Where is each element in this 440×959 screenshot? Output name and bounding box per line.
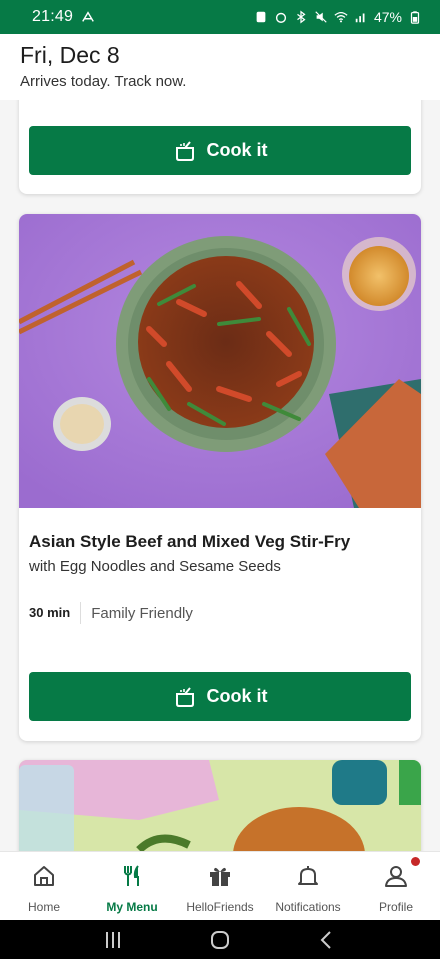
- recipe-meta: 30 min Family Friendly: [29, 602, 193, 624]
- recent-apps-icon[interactable]: [101, 928, 125, 952]
- cook-it-label: Cook it: [206, 686, 268, 706]
- cook-it-button[interactable]: Cook it: [29, 672, 411, 721]
- delivery-status[interactable]: Arrives today. Track now.: [20, 73, 420, 90]
- cook-it-label: Cook it: [206, 140, 268, 160]
- signal-icon: [355, 13, 365, 23]
- nav-home[interactable]: Home: [0, 852, 88, 920]
- nav-label: My Menu: [106, 900, 158, 914]
- alarm-icon: [275, 12, 287, 23]
- cook-it-button[interactable]: Cook it: [29, 126, 411, 175]
- delivery-header[interactable]: Fri, Dec 8 Arrives today. Track now.: [0, 34, 440, 100]
- menu-list[interactable]: Cook it Asian Style Beef and Mixed Veg S…: [0, 100, 440, 851]
- gift-icon: [210, 867, 230, 886]
- nav-profile[interactable]: Profile: [352, 852, 440, 920]
- battery-percent: 47%: [373, 9, 402, 25]
- pot-icon: [175, 686, 194, 707]
- acrobat-icon: [82, 11, 94, 22]
- nav-label: HelloFriends: [186, 900, 254, 914]
- recipe-subtitle: with Egg Noodles and Sesame Seeds: [29, 558, 281, 575]
- recipe-card[interactable]: [19, 760, 421, 851]
- profile-badge: [411, 857, 420, 866]
- bottom-nav: Home My Menu HelloFriends Notifications …: [0, 851, 440, 920]
- nav-label: Profile: [378, 900, 413, 914]
- back-icon[interactable]: [315, 928, 339, 952]
- battery-icon: [410, 11, 420, 24]
- nav-notifications[interactable]: Notifications: [264, 852, 352, 920]
- recipe-image[interactable]: [19, 760, 421, 851]
- recipe-title[interactable]: Asian Style Beef and Mixed Veg Stir-Fry: [29, 532, 350, 552]
- status-bar: 21:49 47%: [0, 0, 440, 34]
- home-button-icon[interactable]: [208, 928, 232, 952]
- mute-icon: [315, 11, 327, 23]
- fork-knife-icon: [124, 865, 139, 886]
- notification-app-icon: [256, 11, 266, 23]
- bluetooth-icon: [297, 10, 306, 24]
- status-time: 21:49: [32, 8, 74, 25]
- home-icon: [34, 866, 54, 886]
- nav-hellofriends[interactable]: HelloFriends: [176, 852, 264, 920]
- cook-time: 30 min: [29, 602, 82, 624]
- nav-label: Notifications: [275, 900, 341, 914]
- nav-my-menu[interactable]: My Menu: [88, 852, 176, 920]
- nav-label: Home: [27, 900, 60, 914]
- recipe-image[interactable]: [19, 214, 421, 508]
- recipe-card[interactable]: Asian Style Beef and Mixed Veg Stir-Fry …: [19, 214, 421, 741]
- bell-icon: [298, 866, 318, 885]
- profile-icon: [385, 866, 407, 887]
- recipe-tag: Family Friendly: [91, 604, 193, 622]
- pot-icon: [175, 140, 194, 161]
- system-nav-bar: [0, 920, 440, 959]
- wifi-icon: [334, 11, 348, 23]
- recipe-card[interactable]: Cook it: [19, 100, 421, 194]
- delivery-date: Fri, Dec 8: [20, 42, 120, 68]
